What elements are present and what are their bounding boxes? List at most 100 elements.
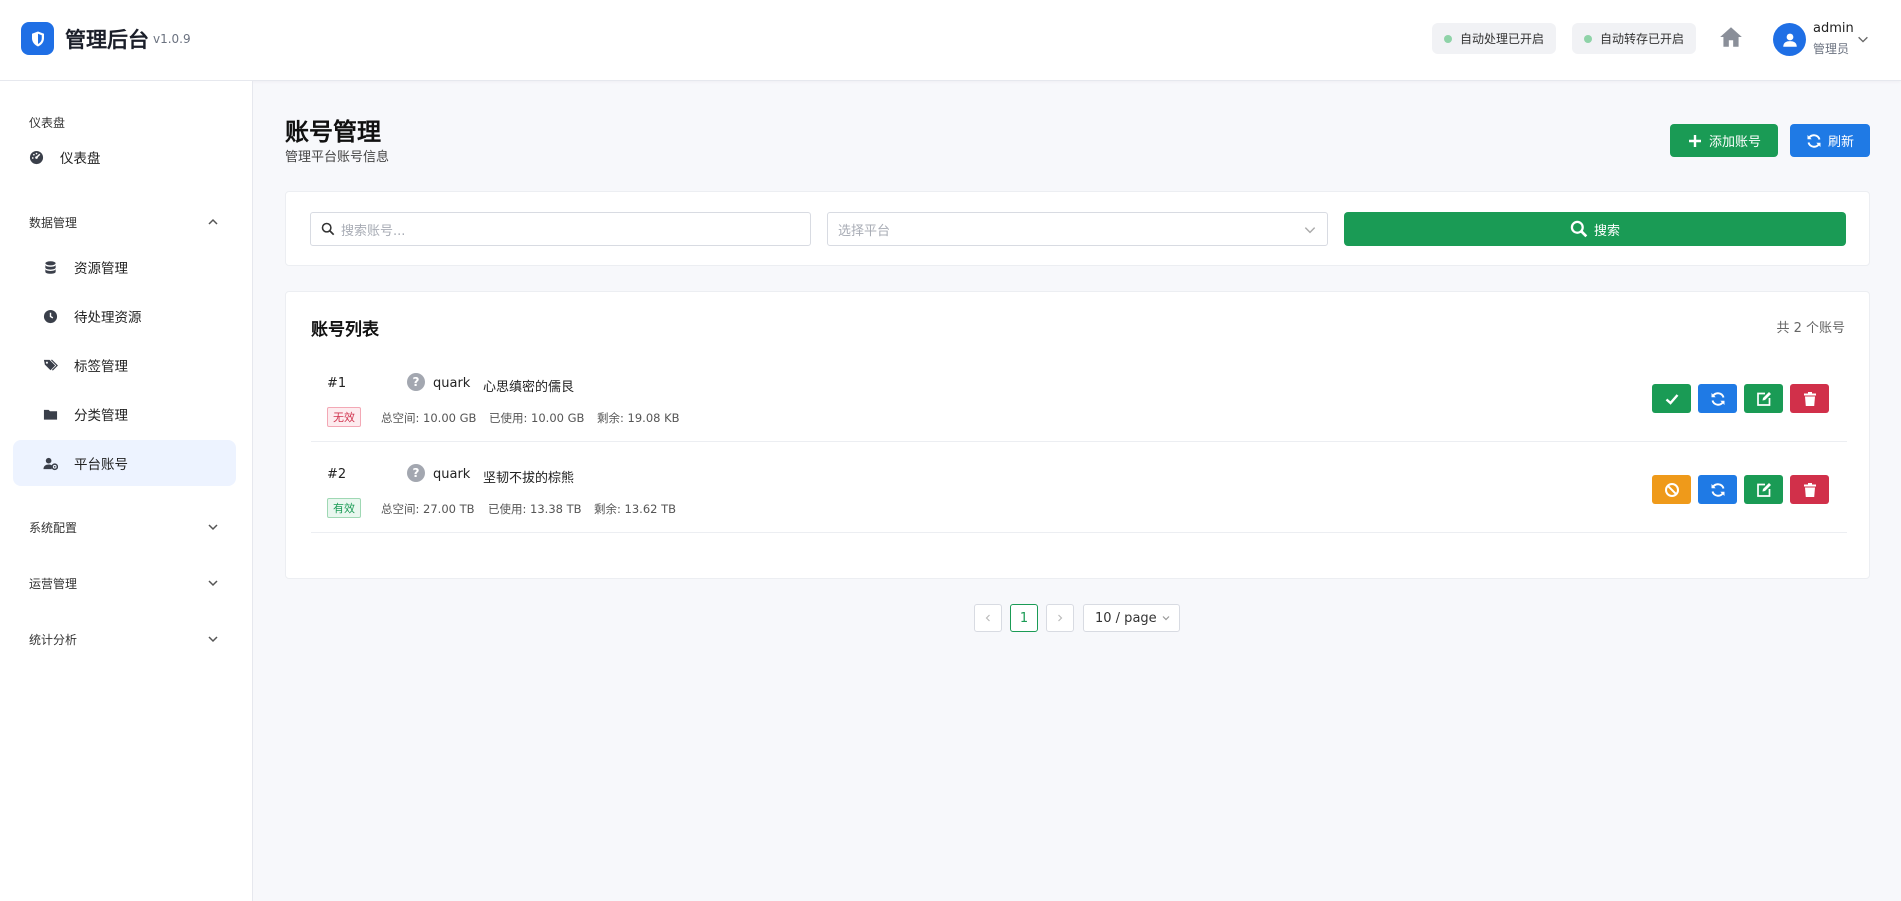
home-icon[interactable]	[1718, 24, 1744, 50]
page-size-label: 10 / page	[1095, 610, 1157, 626]
plus-icon	[1688, 134, 1701, 147]
account-platform: quark	[433, 376, 471, 391]
status-badge: 无效	[327, 407, 361, 427]
search-button-label: 搜索	[1593, 222, 1620, 238]
folder-icon	[43, 409, 58, 420]
disable-button[interactable]	[1652, 475, 1691, 504]
sidebar: 仪表盘	[0, 81, 253, 901]
auto-process-status-badge[interactable]: 自动处理已开启	[1432, 23, 1556, 54]
sidebar-item-platform-accounts[interactable]: 平台账号	[13, 440, 236, 486]
account-row: #2 ? quark 坚韧不拔的棕熊 有效 总空间: 27.00 TB 已使用:…	[311, 442, 1847, 533]
account-name: 坚韧不拔的棕熊	[483, 471, 575, 486]
refresh-label: 刷新	[1827, 134, 1854, 149]
chevron-right-icon	[1058, 614, 1063, 622]
account-index: #1	[327, 376, 347, 391]
chevron-left-icon	[985, 614, 990, 622]
edit-icon	[1756, 482, 1771, 497]
delete-button[interactable]	[1790, 475, 1829, 504]
page-number-button[interactable]: 1	[1010, 604, 1038, 632]
app-title: 管理后台	[65, 28, 149, 52]
sync-button[interactable]	[1698, 384, 1737, 413]
ban-icon	[1664, 482, 1679, 497]
refresh-icon	[1711, 482, 1724, 497]
prev-page-button[interactable]	[974, 604, 1002, 632]
platform-select-placeholder: 选择平台	[838, 223, 891, 239]
account-row: #1 ? quark 心思缜密的儒艮 无效 总空间: 10.00 GB 已使用:…	[311, 351, 1847, 442]
chevron-down-icon[interactable]	[205, 519, 221, 535]
delete-button[interactable]	[1790, 384, 1829, 413]
status-badge: 有效	[327, 498, 361, 518]
edit-icon	[1756, 391, 1771, 406]
database-icon	[45, 260, 56, 274]
app-version: v1.0.9	[153, 32, 191, 46]
edit-button[interactable]	[1744, 475, 1783, 504]
add-account-label: 添加账号	[1708, 134, 1761, 149]
refresh-icon	[1807, 133, 1821, 148]
question-icon: ?	[407, 464, 425, 482]
account-count: 共 2 个账号	[1776, 321, 1845, 336]
sidebar-item-categories[interactable]: 分类管理	[13, 391, 236, 437]
sidebar-item-label: 仪表盘	[60, 151, 101, 167]
check-icon	[1665, 393, 1678, 405]
sidebar-item-dashboard[interactable]: 仪表盘	[29, 147, 101, 167]
account-name: 心思缜密的儒艮	[483, 380, 575, 395]
account-remaining-space: 剩余: 13.62 TB	[594, 502, 677, 516]
sidebar-group-stats[interactable]: 统计分析	[29, 631, 77, 648]
trash-icon	[1803, 482, 1816, 497]
page-title: 账号管理	[285, 118, 381, 146]
sidebar-item-resources[interactable]: 资源管理	[13, 244, 236, 290]
enable-button[interactable]	[1652, 384, 1691, 413]
sync-button[interactable]	[1698, 475, 1737, 504]
refresh-button[interactable]: 刷新	[1790, 124, 1870, 157]
platform-select[interactable]: 选择平台	[827, 212, 1328, 246]
search-button[interactable]: 搜索	[1344, 212, 1846, 246]
page-size-select[interactable]: 10 / page	[1083, 604, 1180, 632]
auto-transfer-status-badge[interactable]: 自动转存已开启	[1572, 23, 1696, 54]
sidebar-item-label: 标签管理	[74, 359, 128, 375]
account-search-input[interactable]: 搜索账号...	[310, 212, 811, 246]
user-avatar[interactable]	[1773, 23, 1806, 56]
page-subtitle: 管理平台账号信息	[285, 150, 390, 165]
account-list-panel: 账号列表 共 2 个账号 #1 ? quark 心思缜密的儒艮 无效 总空间: …	[285, 291, 1870, 579]
account-total-space: 总空间: 10.00 GB	[381, 411, 477, 425]
trash-icon	[1803, 391, 1816, 406]
sidebar-group-data[interactable]: 数据管理	[29, 214, 77, 231]
sidebar-item-label: 分类管理	[74, 408, 128, 424]
question-icon: ?	[407, 373, 425, 391]
account-index: #2	[327, 467, 347, 482]
tags-icon	[43, 358, 58, 371]
account-used-space: 已使用: 13.38 TB	[488, 502, 582, 516]
sidebar-group-ops[interactable]: 运营管理	[29, 575, 77, 592]
user-role: 管理员	[1813, 42, 1850, 56]
user-name[interactable]: admin	[1813, 21, 1854, 36]
sidebar-item-label: 平台账号	[74, 457, 128, 473]
sidebar-group-system[interactable]: 系统配置	[29, 519, 77, 536]
sidebar-item-pending-resources[interactable]: 待处理资源	[13, 293, 236, 339]
auto-transfer-status-label: 自动转存已开启	[1600, 32, 1685, 46]
chevron-down-icon[interactable]	[205, 631, 221, 647]
sidebar-item-label: 资源管理	[74, 261, 128, 277]
shield-logo-icon	[21, 22, 54, 55]
next-page-button[interactable]	[1046, 604, 1074, 632]
sidebar-item-tags[interactable]: 标签管理	[13, 342, 236, 388]
status-dot-icon	[1444, 34, 1452, 43]
account-list-title: 账号列表	[311, 320, 379, 340]
top-header: 管理后台 v1.0.9 自动处理已开启 自动转存已开启 admin 管理员	[0, 0, 1901, 81]
gauge-icon	[29, 150, 44, 164]
search-icon	[321, 222, 335, 236]
search-icon	[1570, 220, 1588, 238]
chevron-down-icon[interactable]	[205, 575, 221, 591]
sidebar-item-label: 待处理资源	[74, 310, 142, 326]
sidebar-group-dashboard: 仪表盘	[29, 116, 66, 130]
chevron-down-icon	[1162, 616, 1170, 621]
chevron-up-icon[interactable]	[205, 214, 221, 230]
account-platform: quark	[433, 467, 471, 482]
account-total-space: 总空间: 27.00 TB	[381, 502, 475, 516]
account-used-space: 已使用: 10.00 GB	[489, 411, 585, 425]
account-remaining-space: 剩余: 19.08 KB	[597, 411, 680, 425]
add-account-button[interactable]: 添加账号	[1670, 124, 1778, 157]
auto-process-status-label: 自动处理已开启	[1460, 32, 1545, 46]
chevron-down-icon[interactable]	[1856, 32, 1870, 46]
edit-button[interactable]	[1744, 384, 1783, 413]
chevron-down-icon	[1304, 227, 1316, 234]
